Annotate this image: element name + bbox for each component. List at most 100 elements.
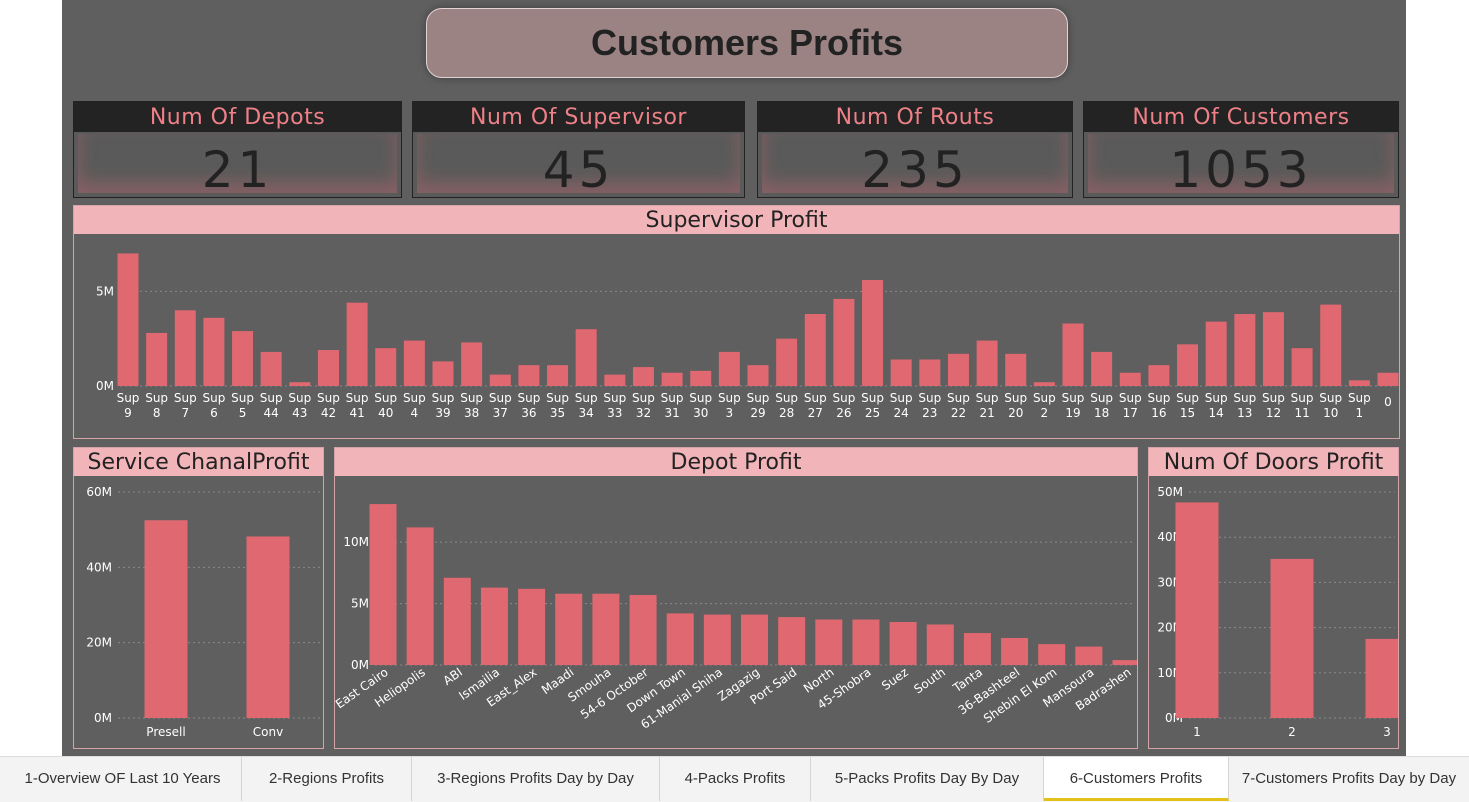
bar-supervisor-43[interactable] [1348,380,1370,386]
bar-supervisor-19[interactable] [661,372,683,386]
y-tick-label: 40M [86,560,112,574]
x-tick-label: 44 [264,406,279,420]
x-tick-label: 24 [894,406,909,420]
tab-customers-profits-day[interactable]: 7-Customers Profits Day by Day [1229,757,1469,801]
bar-supervisor-18[interactable] [632,367,654,386]
bar-supervisor-25[interactable] [833,298,855,386]
bar-supervisor-26[interactable] [862,279,884,386]
bar-supervisor-35[interactable] [1119,372,1141,386]
tab-regions-profits-day[interactable]: 3-Regions Profits Day by Day [412,757,660,801]
tab-packs-profits[interactable]: 4-Packs Profits [660,757,811,801]
bar-depot-16[interactable] [963,633,991,665]
bar-supervisor-30[interactable] [976,340,998,386]
bar-supervisor-21[interactable] [718,351,740,386]
bar-supervisor-16[interactable] [575,329,597,386]
bar-supervisor-38[interactable] [1205,321,1227,386]
tab-regions-profits[interactable]: 2-Regions Profits [242,757,412,801]
x-tick-label: 9 [124,406,132,420]
bar-depot-12[interactable] [815,619,843,665]
bar-supervisor-7[interactable] [317,350,339,386]
page-title: Customers Profits [590,22,904,63]
bar-supervisor-10[interactable] [403,340,425,386]
bar-depot-5[interactable] [555,593,583,665]
bar-doors-0[interactable] [1175,502,1219,718]
bar-depot-9[interactable] [703,614,731,665]
bar-depot-15[interactable] [926,624,954,665]
bar-depot-6[interactable] [592,593,620,665]
bar-supervisor-1[interactable] [146,332,168,386]
bar-doors-1[interactable] [1270,558,1314,718]
bar-depot-19[interactable] [1075,646,1103,665]
bar-depot-7[interactable] [629,594,657,665]
tab-packs-profits-day[interactable]: 5-Packs Profits Day By Day [811,757,1044,801]
x-tick-label: 8 [153,406,161,420]
bar-supervisor-3[interactable] [203,317,225,386]
supervisor-profit-chart[interactable]: Supervisor Profit 0M 5M Sup 9 Sup 8 Sup 7 Sup 6 Su… [73,205,1400,439]
y-tick-label: 0M [94,711,112,725]
x-tick-label: Sup [918,391,941,405]
bar-supervisor-41[interactable] [1291,348,1313,386]
bar-depot-11[interactable] [778,617,806,665]
bar-supervisor-24[interactable] [804,314,826,386]
bar-supervisor-14[interactable] [518,365,540,386]
depot-profit-chart[interactable]: Depot Profit 0M 5M 10M East Cairo Heliopolis… [334,447,1138,749]
bar-supervisor-6[interactable] [289,382,311,386]
bar-depot-8[interactable] [666,613,694,665]
bar-supervisor-9[interactable] [375,348,397,386]
bar-depot-0[interactable] [369,504,397,665]
tab-customers-profits[interactable]: 6-Customers Profits [1044,757,1229,801]
bar-depot-14[interactable] [889,622,917,665]
bar-supervisor-23[interactable] [776,338,798,386]
bar-supervisor-8[interactable] [346,302,368,386]
bar-supervisor-42[interactable] [1320,304,1342,386]
bar-depot-20[interactable] [1112,660,1138,665]
bar-supervisor-27[interactable] [890,359,912,386]
x-tick-label: 20 [1008,406,1023,420]
service-chanal-profit-chart[interactable]: Service ChanalProfit 0M 20M 40M 60M Presell C… [73,447,324,749]
x-tick-label: 25 [865,406,880,420]
bar-supervisor-40[interactable] [1262,312,1284,386]
bar-depot-1[interactable] [406,527,434,665]
x-tick-label: 14 [1209,406,1224,420]
x-tick-label: Sup [288,391,311,405]
bar-depot-17[interactable] [1001,637,1029,665]
bar-doors-2[interactable] [1365,638,1399,718]
bar-supervisor-17[interactable] [604,374,626,386]
bar-depot-10[interactable] [741,614,768,665]
bar-supervisor-33[interactable] [1062,323,1084,386]
kpi-label: Num Of Depots [74,102,401,132]
num-of-doors-profit-chart[interactable]: Num Of Doors Profit 0M 10M 20M 30M 40M 50M 1 2 3 [1148,447,1399,749]
bar-supervisor-29[interactable] [947,353,969,386]
bar-supervisor-22[interactable] [747,365,769,386]
bar-supervisor-39[interactable] [1234,314,1256,386]
bar-depot-2[interactable] [443,577,471,665]
bar-supervisor-31[interactable] [1005,353,1027,386]
x-tick-label: 12 [1266,406,1281,420]
bar-supervisor-28[interactable] [919,359,941,386]
bar-supervisor-2[interactable] [174,310,196,386]
bar-supervisor-11[interactable] [432,361,454,386]
bar-supervisor-0[interactable] [117,253,139,386]
bar-supervisor-37[interactable] [1177,344,1199,386]
bar-depot-3[interactable] [480,587,508,665]
bar-supervisor-15[interactable] [547,365,569,386]
bar-depot-18[interactable] [1038,644,1066,665]
bar-supervisor-34[interactable] [1091,351,1113,386]
bar-supervisor-4[interactable] [232,331,254,386]
bar-depot-13[interactable] [852,619,880,665]
bar-supervisor-32[interactable] [1033,382,1055,386]
x-tick-label: 40 [378,406,393,420]
bar-service-1[interactable] [246,536,290,718]
bar-supervisor-44[interactable] [1377,372,1399,386]
bar-supervisor-13[interactable] [489,374,511,386]
tab-overview[interactable]: 1-Overview OF Last 10 Years [4,757,242,801]
bar-supervisor-5[interactable] [260,351,282,386]
y-tick-label: 5M [96,284,114,298]
bar-supervisor-36[interactable] [1148,365,1170,386]
bar-supervisor-12[interactable] [461,342,483,386]
bar-supervisor-20[interactable] [690,370,712,386]
x-tick-label: Sup [517,391,540,405]
bar-service-0[interactable] [144,520,188,718]
x-tick-label: Sup [661,391,684,405]
bar-depot-4[interactable] [518,588,546,665]
